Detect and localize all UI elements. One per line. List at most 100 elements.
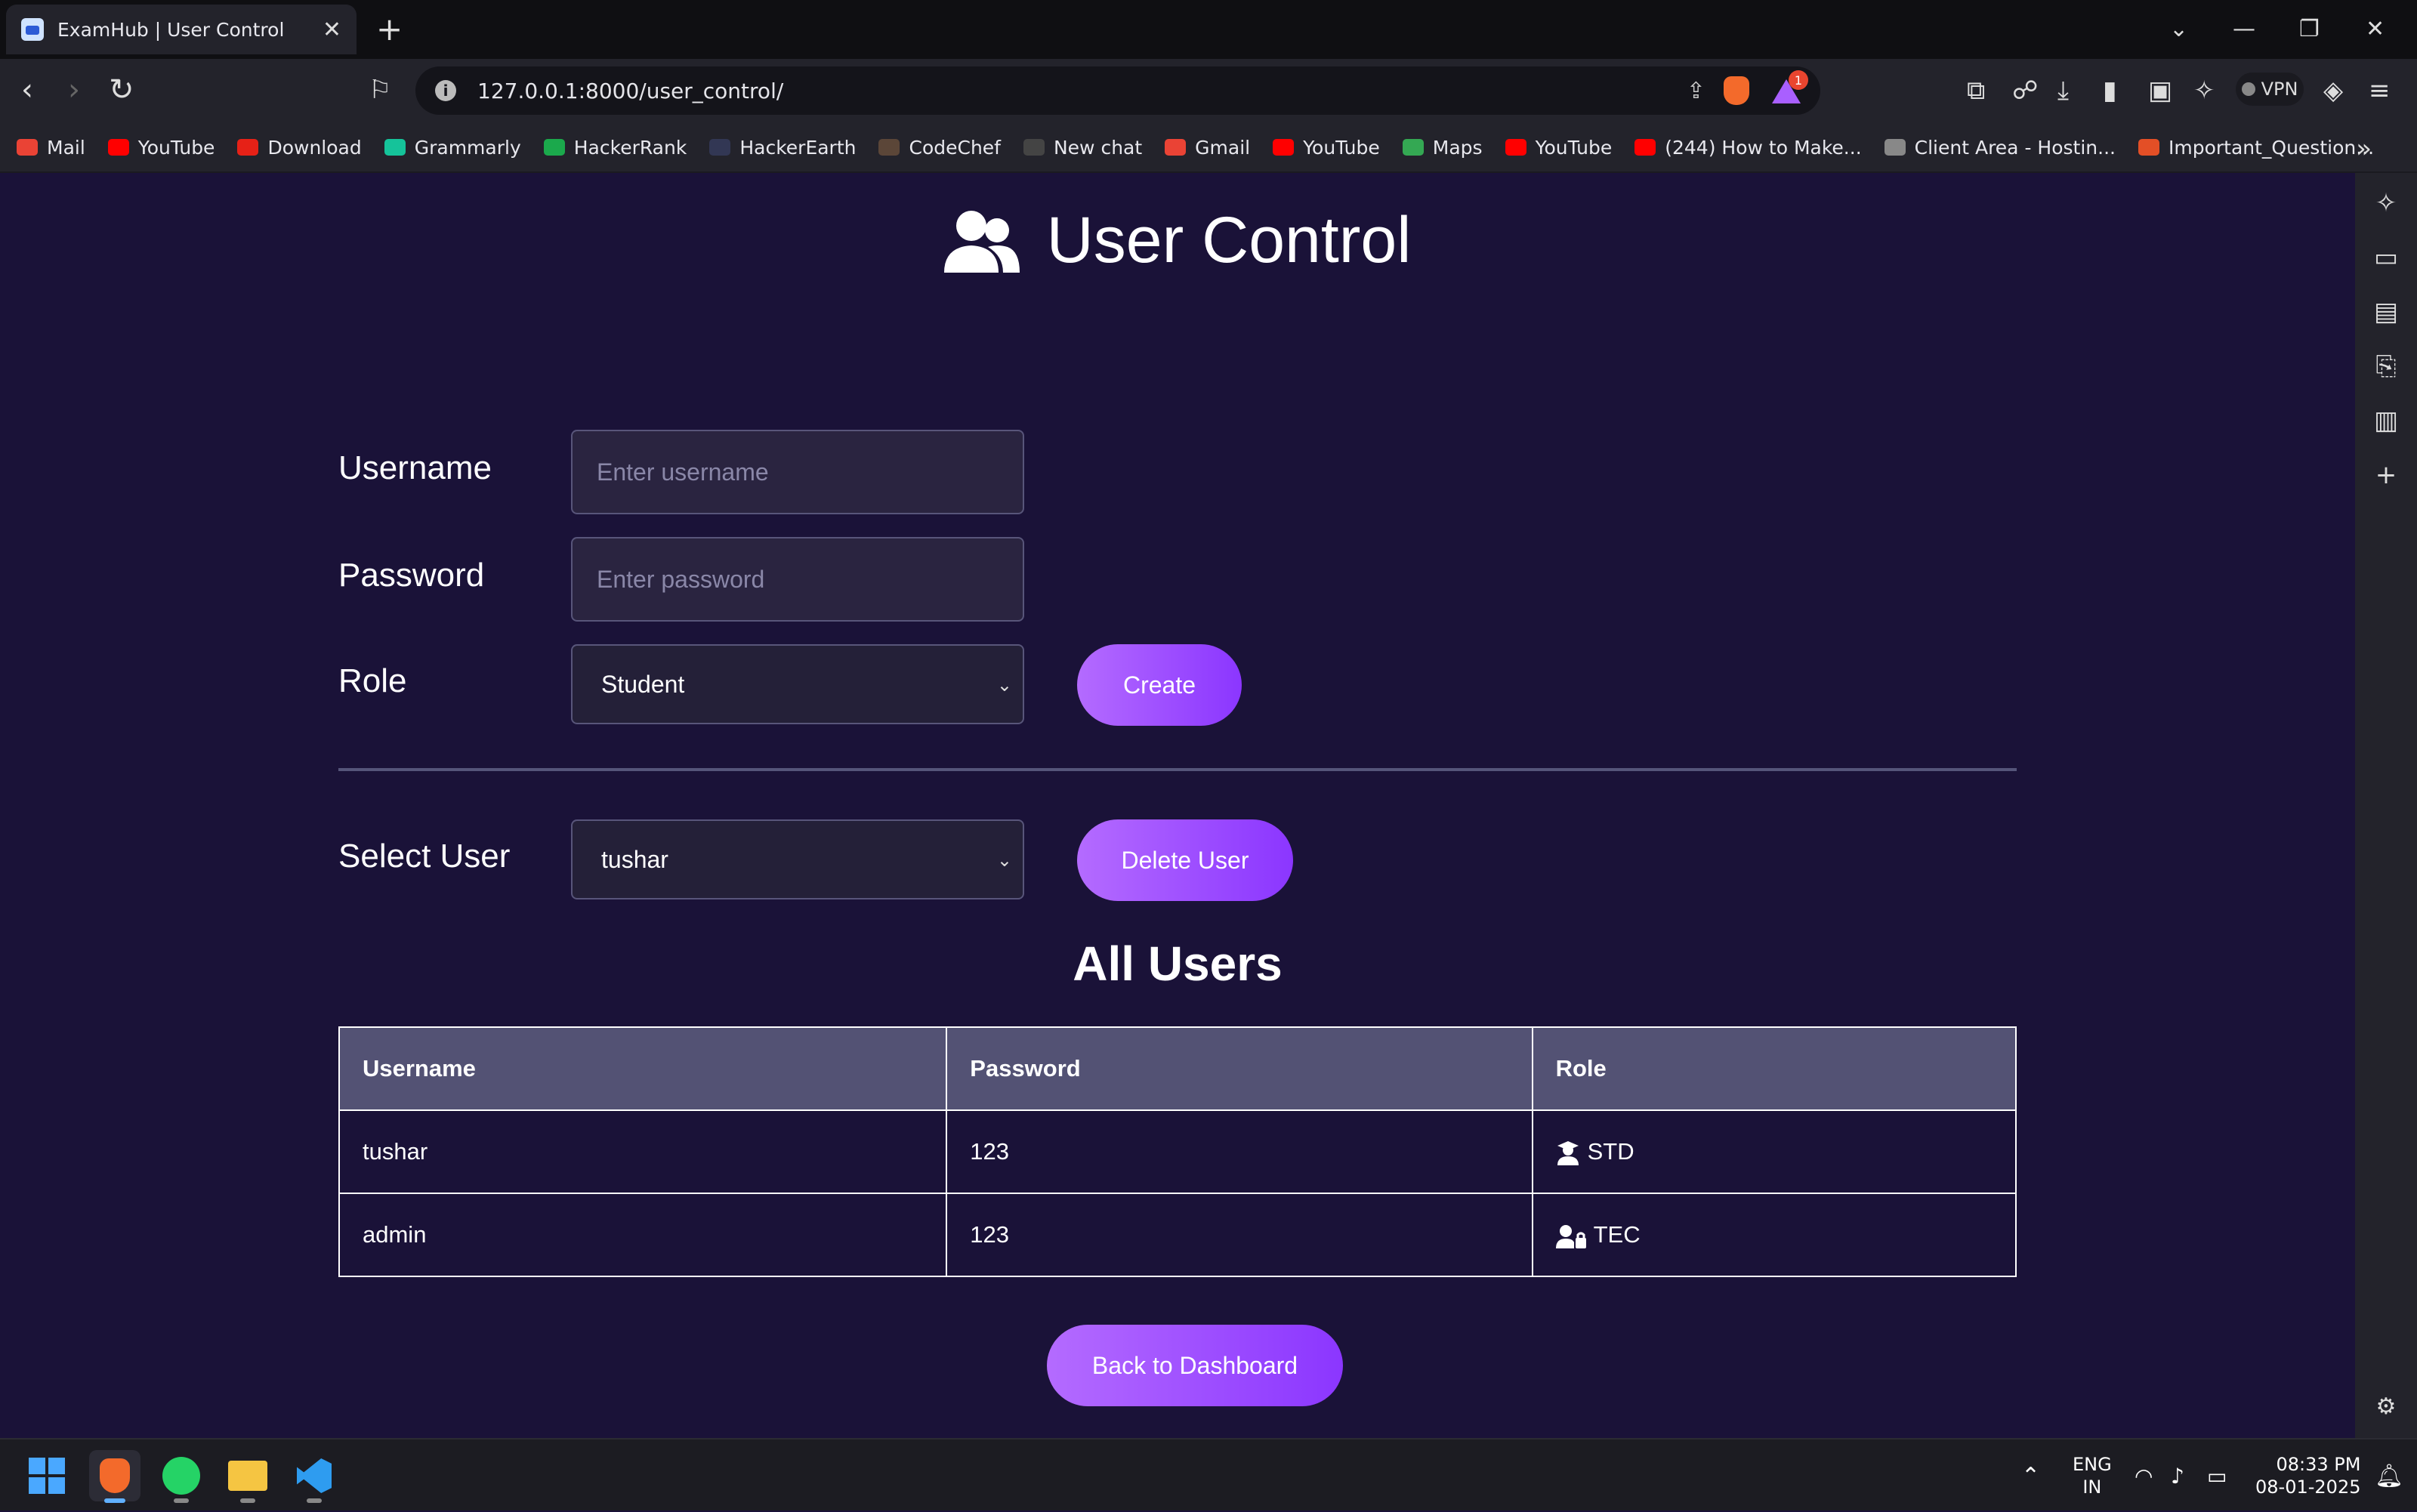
lang-code: ENG [2073, 1454, 2112, 1475]
page-content: User Control Username Password Role Stud… [0, 173, 2355, 1438]
more-bookmarks-icon[interactable]: » [2356, 134, 2372, 164]
address-bar[interactable]: i 127.0.0.1:8000/user_control/ ⇪ 1 [415, 66, 1820, 115]
table-row: tushar 123 STD [338, 1109, 2017, 1194]
windows-taskbar: ⌃ ENG IN ◠ ♪ ▭ 08:33 PM 08-01-2025 🔔︎ [0, 1438, 2417, 1510]
bookmark-label: Mail [47, 136, 85, 159]
forward-icon[interactable]: › [68, 71, 80, 109]
bookmarks-bar: Mail YouTube Download Grammarly HackerRank Ha… [0, 123, 2417, 173]
clock[interactable]: 08:33 PM 08-01-2025 [2255, 1439, 2360, 1512]
reload-icon[interactable]: ↻ [109, 71, 134, 109]
bookmark-label: Important_Question... [2168, 136, 2375, 159]
bookmark-item[interactable]: Important_Question... [2138, 137, 2374, 159]
bookmark-label: CodeChef [909, 136, 1001, 159]
bookmark-favicon-icon [1505, 139, 1526, 156]
whatsapp-taskbar-icon[interactable] [156, 1450, 207, 1503]
username-input[interactable] [571, 430, 1024, 514]
leo-ai-icon[interactable]: ✧ [2355, 188, 2417, 218]
bookmark-label: HackerRank [573, 136, 687, 159]
role-text: STD [1587, 1138, 1634, 1165]
student-icon [1557, 1140, 1579, 1165]
brave-rewards-icon[interactable]: 1 [1772, 70, 1808, 103]
menu-icon[interactable]: ≡ [2369, 76, 2391, 106]
new-tab-button[interactable]: + [376, 11, 403, 48]
restore-button[interactable]: ❐ [2299, 11, 2320, 48]
region-code: IN [2082, 1477, 2102, 1498]
bookmark-label: (244) How to Make... [1665, 136, 1862, 159]
back-icon[interactable]: ‹ [21, 71, 33, 109]
user-select[interactable]: tushar ⌄ [571, 819, 1024, 899]
bookmark-item[interactable]: Maps [1402, 136, 1483, 159]
windows-start-icon[interactable] [21, 1450, 73, 1501]
download-icon[interactable]: ⤓ [2057, 76, 2069, 106]
share-icon[interactable]: ⇪ [1687, 78, 1705, 104]
bookmark-item[interactable]: YouTube [1505, 137, 1612, 159]
brave-shields-icon[interactable] [1724, 76, 1749, 105]
password-input[interactable] [571, 537, 1024, 622]
profile-icon[interactable]: ◈ [2323, 76, 2343, 106]
bookmark-favicon-icon [1165, 139, 1187, 156]
bookmark-favicon-icon [107, 139, 129, 156]
role-select[interactable]: Student ⌄ [571, 644, 1024, 724]
bookmark-favicon-icon [1634, 139, 1656, 156]
all-users-heading: All Users [1073, 937, 1283, 991]
delete-user-button[interactable]: Delete User [1077, 819, 1293, 901]
ai-sparkle-icon[interactable]: ✧ [2193, 76, 2215, 106]
tab-search-chevron-icon[interactable]: ⌄ [2169, 11, 2188, 48]
active-indicator [104, 1498, 125, 1503]
vpn-button[interactable]: VPN [2236, 73, 2304, 106]
sidebar-toggle-icon[interactable]: ▮ [2103, 76, 2117, 106]
url-text[interactable]: 127.0.0.1:8000/user_control/ [477, 79, 1668, 103]
user-selected-value: tushar [601, 845, 668, 873]
bookmark-item[interactable]: (244) How to Make... [1634, 136, 1862, 159]
bookmark-item[interactable]: YouTube [1273, 137, 1380, 159]
volume-icon[interactable]: ♪ [2171, 1439, 2184, 1512]
cell-password: 123 [946, 1193, 1533, 1277]
back-to-dashboard-button[interactable]: Back to Dashboard [1047, 1325, 1343, 1406]
wallet-panel-icon[interactable]: ▤ [2355, 297, 2417, 327]
bookmark-item[interactable]: CodeChef [878, 136, 1001, 159]
bookmark-item[interactable]: HackerRank [543, 136, 687, 159]
notification-bell-icon[interactable]: 🔔︎ [2375, 1439, 2403, 1512]
show-hidden-icons-chevron-icon[interactable]: ⌃ [2021, 1439, 2040, 1512]
running-indicator [307, 1498, 322, 1503]
browser-tab-bar: ExamHub | User Control ✕ + ⌄ — ❐ ✕ [0, 0, 2417, 59]
bookmark-icon[interactable]: ⚐ [369, 71, 391, 109]
bookmark-favicon-icon [384, 139, 406, 156]
create-button[interactable]: Create [1077, 644, 1242, 726]
bookmark-item[interactable]: Mail [17, 137, 85, 159]
add-panel-icon[interactable]: + [2355, 460, 2417, 490]
bookmark-item[interactable]: YouTube [107, 137, 215, 159]
bookmark-item[interactable]: Gmail [1165, 137, 1250, 159]
bookmark-favicon-icon [2138, 139, 2159, 156]
vscode-taskbar-icon[interactable] [289, 1450, 340, 1503]
battery-icon[interactable]: ▭ [2207, 1439, 2227, 1512]
bookmark-item[interactable]: New chat [1023, 137, 1142, 159]
wifi-icon[interactable]: ◠ [2135, 1439, 2153, 1512]
leo-icon[interactable]: ☍ [2012, 76, 2038, 106]
brave-taskbar-icon[interactable] [89, 1450, 140, 1503]
bookmark-item[interactable]: Client Area - Hostin... [1884, 137, 2116, 159]
bookmark-item[interactable]: Download [237, 136, 362, 159]
bookmark-favicon-icon [1884, 139, 1906, 156]
window-close-button[interactable]: ✕ [2366, 11, 2385, 48]
clock-date: 08-01-2025 [2255, 1477, 2361, 1498]
bookmark-item[interactable]: Grammarly [384, 137, 521, 159]
select-user-label: Select User [338, 838, 511, 875]
browser-tab[interactable]: ExamHub | User Control ✕ [6, 5, 357, 54]
talk-icon[interactable]: ▭ [2355, 242, 2417, 273]
language-indicator[interactable]: ENG IN [2073, 1439, 2112, 1512]
bookmark-label: Download [267, 136, 362, 159]
reading-list-icon[interactable]: ▥ [2355, 406, 2417, 436]
wallet-icon[interactable]: ▣ [2148, 76, 2172, 106]
bookmark-label: HackerEarth [739, 136, 857, 159]
bookmark-item[interactable]: HackerEarth [709, 137, 856, 159]
extensions-icon[interactable]: ⧉ [1967, 76, 1985, 106]
page-title-text: User Control [1046, 204, 1412, 276]
bookmarks-panel-icon[interactable]: ⎘ [2355, 351, 2417, 381]
settings-gear-icon[interactable]: ⚙ [2355, 1393, 2417, 1420]
bookmark-label: Maps [1432, 136, 1483, 159]
file-explorer-taskbar-icon[interactable] [222, 1450, 273, 1503]
minimize-button[interactable]: — [2233, 11, 2255, 48]
tab-close-icon[interactable]: ✕ [323, 17, 341, 43]
site-info-icon[interactable]: i [435, 80, 456, 101]
